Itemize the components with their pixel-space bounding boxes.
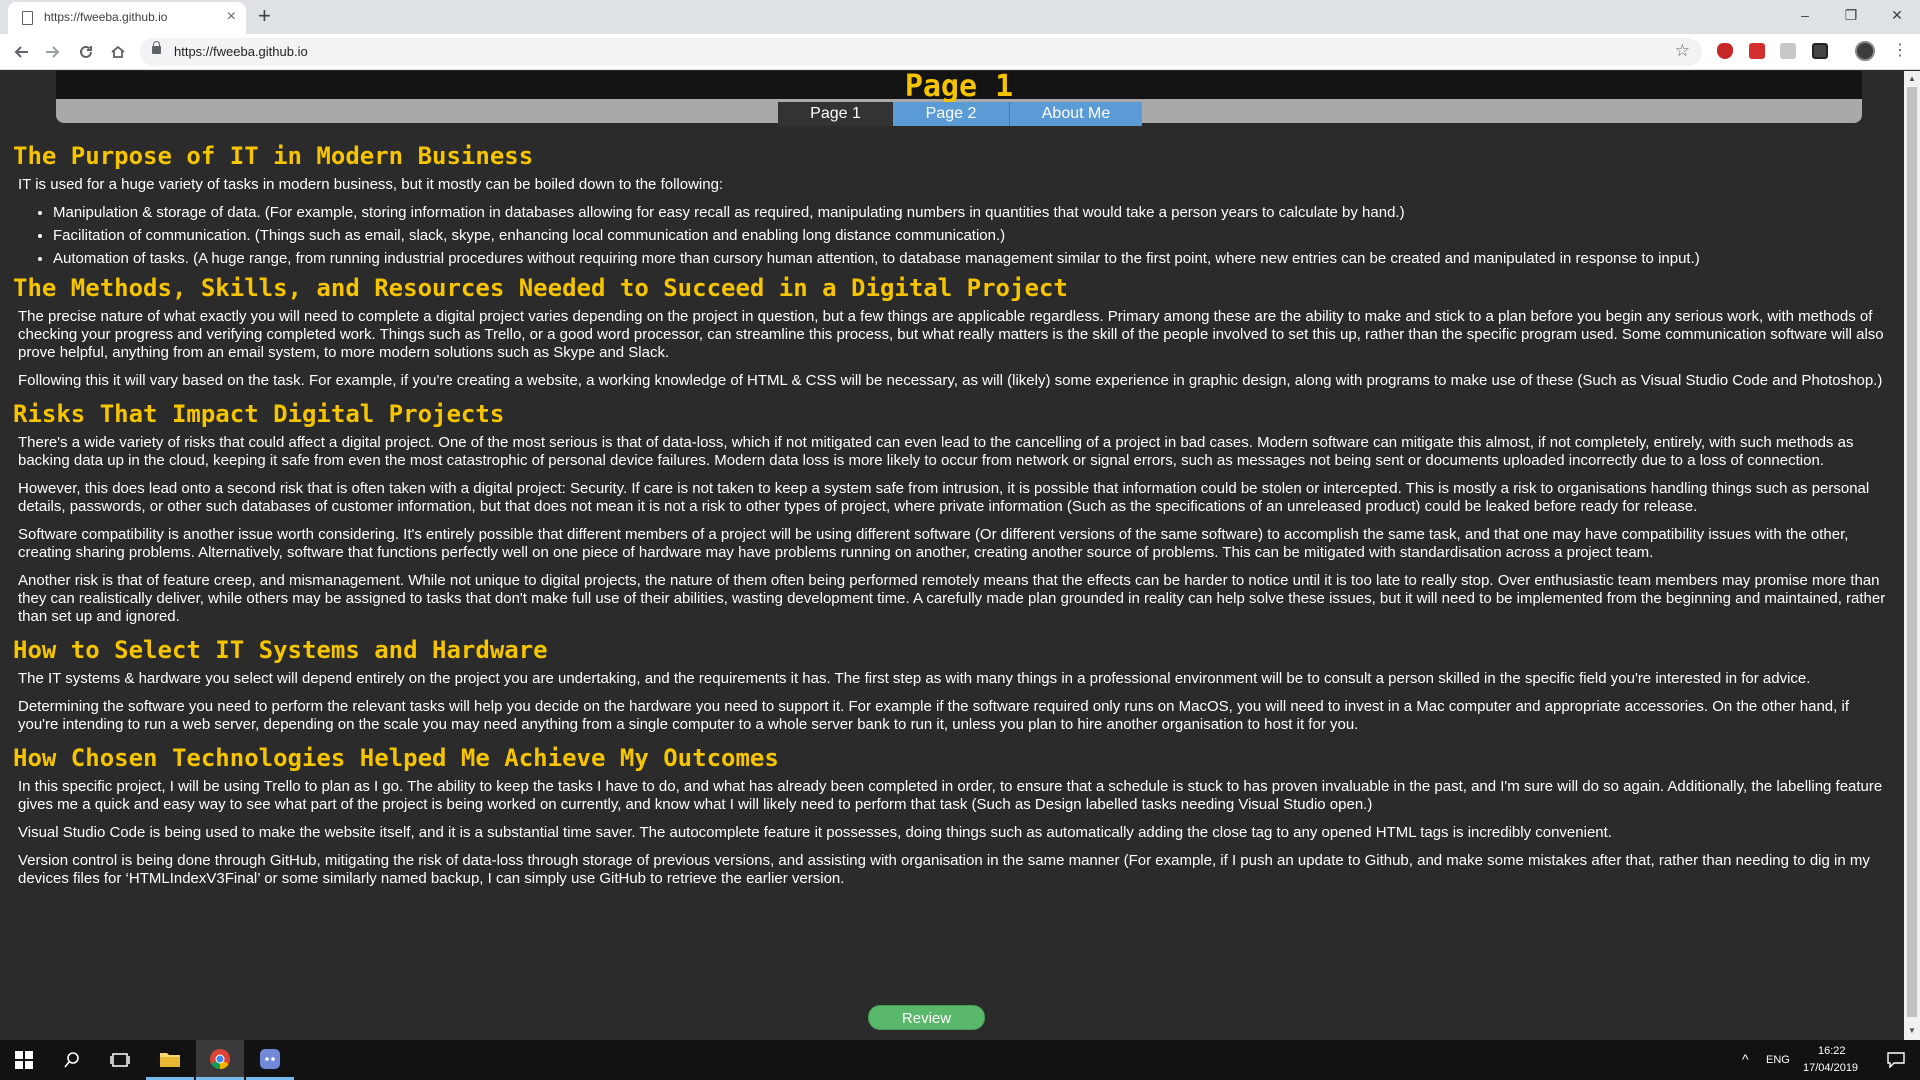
section-heading: The Purpose of IT in Modern Business [13,142,534,170]
section-methods: The Methods, Skills, and Resources Neede… [13,274,1893,390]
section-intro: IT is used for a huge variety of tasks i… [18,176,724,193]
site-header: Page 1 Page 1 Page 2 About Me [56,71,1862,126]
scrollbar-thumb[interactable] [1907,87,1917,1017]
minimize-button[interactable]: – [1782,0,1828,30]
list-item: Manipulation & storage of data. (For exa… [53,204,1893,222]
purpose-list: Manipulation & storage of data. (For exa… [53,204,1893,268]
review-button[interactable]: Review [868,1005,985,1030]
clock-time[interactable]: 16:22 [1818,1045,1846,1057]
scroll-up-arrow-icon[interactable]: ▲ [1908,74,1916,83]
task-view-icon[interactable] [96,1040,144,1080]
url-text[interactable]: https://fweeba.github.io [174,44,308,59]
list-item: Facilitation of communication. (Things s… [53,227,1893,245]
tab-title: https://fweeba.github.io [44,10,168,24]
paragraph: However, this does lead onto a second ri… [18,480,1870,515]
section-select-systems: How to Select IT Systems and Hardware Th… [13,636,1893,734]
tab-close-icon[interactable]: × [227,8,236,26]
section-heading: How to Select IT Systems and Hardware [13,636,548,664]
profile-avatar[interactable] [1855,41,1875,61]
home-icon[interactable] [106,40,130,64]
bookmark-star-icon[interactable]: ☆ [1675,41,1690,61]
site-nav: Page 1 Page 2 About Me [778,102,1142,126]
page-title: Page 1 [904,71,1014,104]
reload-icon[interactable] [74,40,98,64]
browser-tab-strip: https://fweeba.github.io × + – ❐ ✕ [0,0,1920,34]
extension-icon[interactable] [1780,43,1796,59]
file-explorer-icon[interactable] [146,1040,194,1080]
section-chosen-technologies: How Chosen Technologies Helped Me Achiev… [13,744,1893,888]
section-heading: The Methods, Skills, and Resources Neede… [13,274,1068,302]
notification-center-icon[interactable] [1872,1040,1920,1080]
paragraph: Another risk is that of feature creep, a… [18,572,1886,625]
paragraph: Determining the software you need to per… [18,698,1849,733]
paragraph: Following this it will vary based on the… [18,372,1883,389]
notification-extension-icon[interactable] [1812,43,1828,59]
browser-menu-icon[interactable]: ⋮ [1892,40,1908,62]
nav-link-page-1[interactable]: Page 1 [778,102,893,126]
list-item: Automation of tasks. (A huge range, from… [53,250,1893,268]
windows-taskbar: ^ ENG 16:22 17/04/2019 [0,1040,1920,1080]
new-tab-button[interactable]: + [258,3,271,29]
restore-button[interactable]: ❐ [1828,0,1874,30]
paragraph: There's a wide variety of risks that cou… [18,434,1854,469]
section-purpose: The Purpose of IT in Modern Business IT … [13,142,1893,268]
main-content: The Purpose of IT in Modern Business IT … [13,142,1893,898]
lock-icon [152,41,161,54]
close-window-button[interactable]: ✕ [1874,0,1920,30]
browser-tab[interactable]: https://fweeba.github.io × [8,2,246,34]
browser-toolbar: https://fweeba.github.io ☆ ⋮ [0,34,1920,70]
section-risks: Risks That Impact Digital Projects There… [13,400,1893,626]
paragraph: The precise nature of what exactly you w… [18,308,1884,361]
chrome-icon[interactable] [196,1040,244,1080]
discord-icon[interactable] [246,1040,294,1080]
page-scrollbar[interactable]: ▲ ▼ [1904,71,1920,1040]
ublock-extension-icon[interactable] [1717,43,1733,59]
document-icon [22,11,33,25]
paragraph: The IT systems & hardware you select wil… [18,670,1811,687]
shield-extension-icon[interactable] [1749,43,1765,59]
paragraph: Software compatibility is another issue … [18,526,1849,561]
tray-overflow-icon[interactable]: ^ [1742,1051,1749,1067]
back-arrow-icon[interactable] [10,40,34,64]
scroll-down-arrow-icon[interactable]: ▼ [1908,1026,1916,1035]
clock-date[interactable]: 17/04/2019 [1803,1062,1858,1074]
forward-arrow-icon[interactable] [40,40,64,64]
language-indicator[interactable]: ENG [1766,1054,1790,1066]
section-heading: How Chosen Technologies Helped Me Achiev… [13,744,779,772]
search-icon[interactable] [48,1040,96,1080]
web-page: Page 1 Page 1 Page 2 About Me The Purpos… [0,71,1904,1040]
paragraph: In this specific project, I will be usin… [18,778,1883,813]
paragraph: Visual Studio Code is being used to make… [18,824,1612,841]
address-bar[interactable]: https://fweeba.github.io ☆ [140,38,1702,66]
windows-start-icon[interactable] [0,1040,48,1080]
nav-link-page-2[interactable]: Page 2 [893,102,1009,126]
paragraph: Version control is being done through Gi… [18,852,1870,887]
nav-link-about-me[interactable]: About Me [1009,102,1142,126]
section-heading: Risks That Impact Digital Projects [13,400,505,428]
